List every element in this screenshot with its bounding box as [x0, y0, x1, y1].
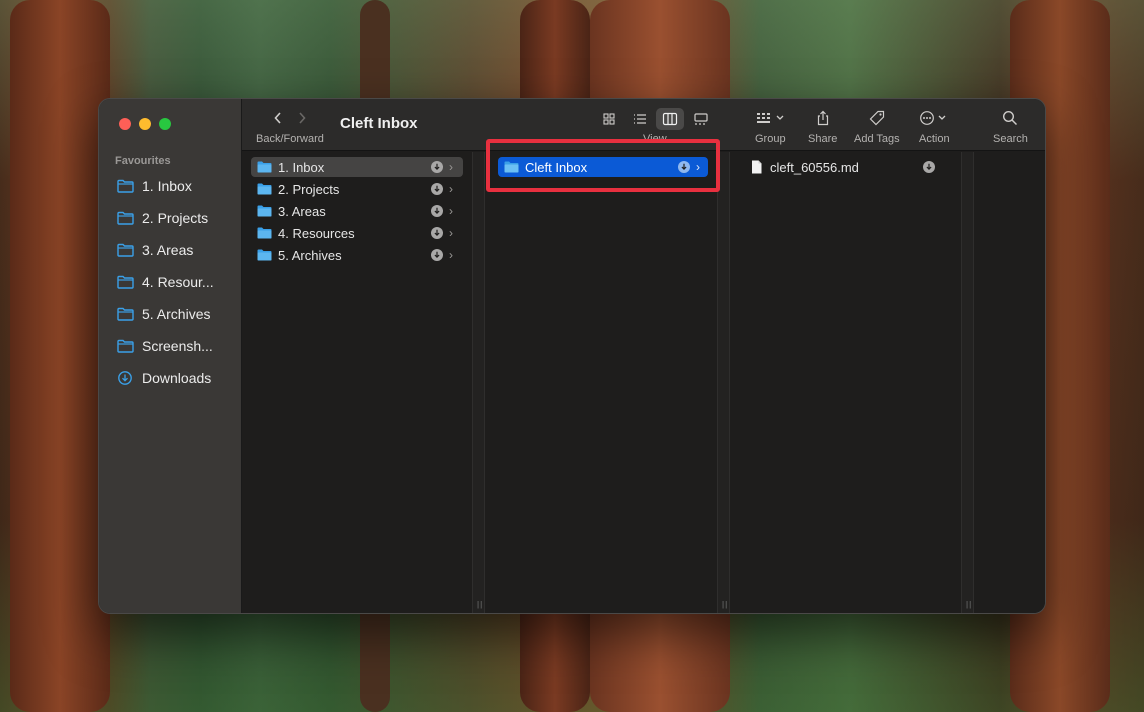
download-status-icon: [923, 161, 935, 173]
gallery-view-button[interactable]: [687, 108, 715, 130]
resize-grip-icon: ||: [722, 600, 729, 609]
folder-icon: [117, 243, 134, 257]
annotation-highlight-box: [486, 139, 720, 192]
share-icon: [817, 110, 828, 126]
document-icon: [752, 160, 762, 174]
resize-grip-icon: ||: [477, 600, 484, 609]
resize-grip-icon: ||: [966, 600, 973, 609]
folder-icon: [257, 205, 272, 217]
download-status-icon: [431, 205, 443, 217]
grid-icon: [603, 113, 615, 125]
folder-icon: [117, 339, 134, 353]
group-icon: [757, 113, 784, 123]
share-button[interactable]: Share: [808, 109, 837, 145]
list-item-label: cleft_60556.md: [770, 159, 859, 175]
sidebar-item-downloads[interactable]: Downloads: [117, 367, 237, 389]
window-title: Cleft Inbox: [340, 115, 418, 132]
minimize-button[interactable]: [139, 118, 151, 130]
folder-icon: [117, 179, 134, 193]
sidebar-item-label: 5. Archives: [142, 306, 211, 322]
download-status-icon: [431, 249, 443, 261]
download-status-icon: [431, 183, 443, 195]
download-status-icon: [431, 161, 443, 173]
list-item-label: 3. Areas: [278, 203, 326, 219]
group-button[interactable]: Group: [755, 109, 786, 145]
sidebar-item-inbox[interactable]: 1. Inbox: [117, 175, 237, 197]
ellipsis-circle-icon: [920, 111, 946, 125]
column-resize-handle[interactable]: ||: [718, 152, 730, 613]
add-tags-label: Add Tags: [854, 133, 900, 145]
folder-icon: [257, 249, 272, 261]
gallery-icon: [694, 113, 708, 125]
list-item[interactable]: 1. Inbox ›: [251, 157, 463, 177]
folder-icon: [257, 227, 272, 239]
tag-icon: [869, 110, 884, 126]
list-item-label: 1. Inbox: [278, 159, 325, 175]
sidebar-item-label: 3. Areas: [142, 242, 194, 258]
wallpaper-tree-trunk: [10, 0, 110, 712]
columns-icon: [662, 112, 678, 126]
list-item[interactable]: 2. Projects ›: [251, 179, 463, 199]
sidebar-section-header: Favourites: [115, 155, 171, 167]
column-resize-handle[interactable]: ||: [962, 152, 974, 613]
column-resize-handle[interactable]: ||: [473, 152, 485, 613]
column-one: 1. Inbox › 2. Projects › 3. Areas › 4. R…: [243, 152, 473, 613]
action-label: Action: [919, 133, 950, 145]
chevron-right-icon: ›: [449, 160, 453, 174]
close-button[interactable]: [119, 118, 131, 130]
folder-icon: [117, 275, 134, 289]
back-forward-label: Back/Forward: [256, 133, 324, 145]
list-item[interactable]: cleft_60556.md: [743, 157, 953, 177]
list-item-label: 5. Archives: [278, 247, 342, 263]
folder-icon: [117, 211, 134, 225]
search-button[interactable]: Search: [993, 109, 1028, 145]
sidebar-item-label: 2. Projects: [142, 210, 209, 226]
sidebar-item-projects[interactable]: 2. Projects: [117, 207, 237, 229]
column-view-button[interactable]: [656, 108, 684, 130]
list-item[interactable]: 5. Archives ›: [251, 245, 463, 265]
download-status-icon: [431, 227, 443, 239]
icon-view-button[interactable]: [595, 108, 623, 130]
column-four: [975, 152, 1045, 613]
list-item-label: 2. Projects: [278, 181, 340, 197]
sidebar-item-label: 4. Resour...: [142, 274, 214, 290]
folder-icon: [117, 307, 134, 321]
sidebar-item-archives[interactable]: 5. Archives: [117, 303, 237, 325]
zoom-button[interactable]: [159, 118, 171, 130]
search-label: Search: [993, 133, 1028, 145]
chevron-right-icon: ›: [449, 204, 453, 218]
folder-icon: [257, 161, 272, 173]
group-label: Group: [755, 133, 786, 145]
list-view-button[interactable]: [626, 108, 654, 130]
column-three: cleft_60556.md: [731, 152, 962, 613]
chevron-right-icon[interactable]: [297, 111, 307, 125]
sidebar-item-label: Screensh...: [142, 338, 213, 354]
list-item[interactable]: 4. Resources ›: [251, 223, 463, 243]
add-tags-button[interactable]: Add Tags: [854, 109, 900, 145]
sidebar-item-label: 1. Inbox: [142, 178, 192, 194]
list-item[interactable]: 3. Areas ›: [251, 201, 463, 221]
sidebar-item-screenshots[interactable]: Screensh...: [117, 335, 237, 357]
list-item-label: 4. Resources: [278, 225, 355, 241]
sidebar-item-label: Downloads: [142, 370, 212, 386]
download-circle-icon: [118, 371, 132, 385]
folder-icon: [257, 183, 272, 195]
chevron-right-icon: ›: [449, 182, 453, 196]
list-icon: [634, 114, 646, 124]
chevron-left-icon[interactable]: [273, 111, 283, 125]
chevron-right-icon: ›: [449, 226, 453, 240]
action-button[interactable]: Action: [919, 109, 950, 145]
sidebar: Favourites 1. Inbox 2. Projects 3. Areas…: [99, 99, 242, 613]
column-two: Cleft Inbox ›: [486, 152, 718, 613]
sidebar-item-areas[interactable]: 3. Areas: [117, 239, 237, 261]
search-icon: [1003, 110, 1018, 126]
chevron-right-icon: ›: [449, 248, 453, 262]
back-forward-group[interactable]: Back/Forward: [256, 109, 324, 145]
sidebar-item-resources[interactable]: 4. Resour...: [117, 271, 237, 293]
share-label: Share: [808, 133, 838, 145]
